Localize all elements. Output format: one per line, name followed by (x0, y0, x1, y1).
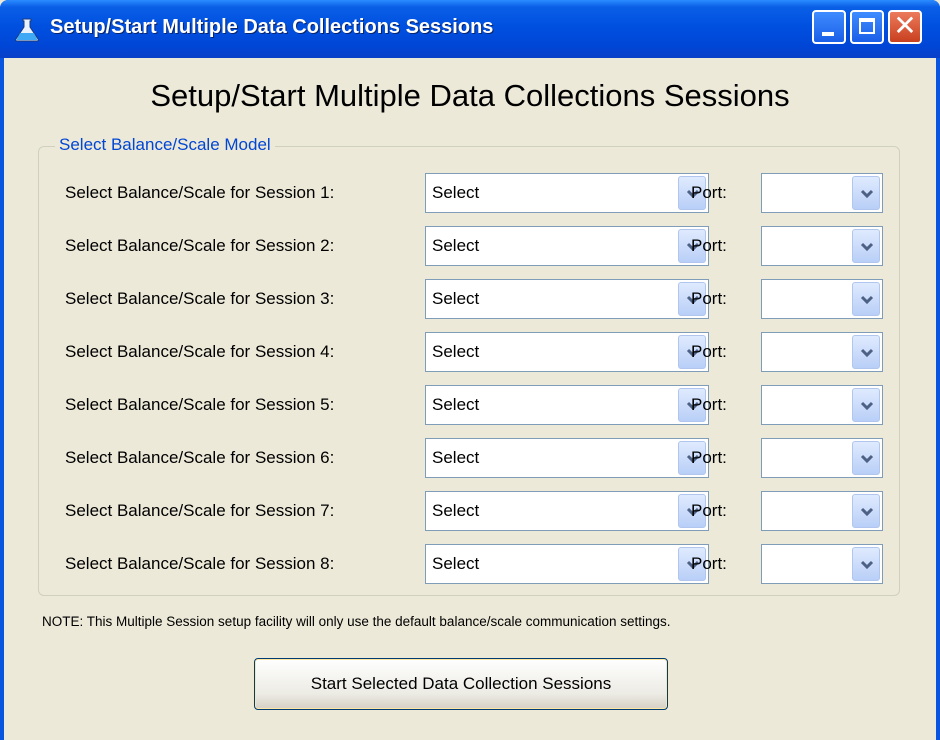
dropdown-button[interactable] (852, 229, 880, 263)
window-title: Setup/Start Multiple Data Collections Se… (50, 16, 494, 38)
model-select-value: Select (432, 395, 480, 414)
session-label: Select Balance/Scale for Session 8: (65, 554, 335, 573)
session-label: Select Balance/Scale for Session 1: (65, 183, 335, 202)
session-row-3: Select Balance/Scale for Session 3: Sele… (39, 279, 899, 321)
app-window: Setup/Start Multiple Data Collections Se… (0, 0, 940, 740)
model-select-session-1[interactable]: Select (425, 173, 709, 213)
session-label: Select Balance/Scale for Session 6: (65, 448, 335, 467)
dropdown-button[interactable] (852, 494, 880, 528)
chevron-down-icon (860, 507, 874, 517)
model-select-session-5[interactable]: Select (425, 385, 709, 425)
dropdown-button[interactable] (852, 176, 880, 210)
port-label: Port: (691, 289, 727, 308)
model-select-session-7[interactable]: Select (425, 491, 709, 531)
session-row-8: Select Balance/Scale for Session 8: Sele… (39, 544, 899, 586)
dropdown-button[interactable] (852, 441, 880, 475)
port-label: Port: (691, 236, 727, 255)
model-select-value: Select (432, 554, 480, 573)
dropdown-button[interactable] (852, 547, 880, 581)
start-sessions-button[interactable]: Start Selected Data Collection Sessions (254, 658, 668, 710)
port-select-session-6[interactable] (761, 438, 883, 478)
group-label: Select Balance/Scale Model (55, 135, 275, 155)
model-select-session-4[interactable]: Select (425, 332, 709, 372)
close-icon: ✕ (893, 9, 917, 42)
port-label: Port: (691, 554, 727, 573)
port-label: Port: (691, 395, 727, 414)
chevron-down-icon (860, 348, 874, 358)
port-label: Port: (691, 342, 727, 361)
session-label: Select Balance/Scale for Session 2: (65, 236, 335, 255)
session-row-6: Select Balance/Scale for Session 6: Sele… (39, 438, 899, 480)
balance-model-group: Select Balance/Scale Model Select Balanc… (38, 135, 900, 596)
model-select-session-2[interactable]: Select (425, 226, 709, 266)
dialog-body: Setup/Start Multiple Data Collections Se… (4, 58, 936, 740)
model-select-value: Select (432, 289, 480, 308)
port-label: Port: (691, 448, 727, 467)
model-select-value: Select (432, 342, 480, 361)
port-label: Port: (691, 183, 727, 202)
port-label: Port: (691, 501, 727, 520)
port-select-session-4[interactable] (761, 332, 883, 372)
port-select-session-2[interactable] (761, 226, 883, 266)
session-row-4: Select Balance/Scale for Session 4: Sele… (39, 332, 899, 374)
port-select-session-8[interactable] (761, 544, 883, 584)
minimize-button[interactable] (812, 10, 846, 44)
session-row-5: Select Balance/Scale for Session 5: Sele… (39, 385, 899, 427)
close-button[interactable]: ✕ (888, 10, 922, 44)
model-select-value: Select (432, 236, 480, 255)
chevron-down-icon (860, 454, 874, 464)
port-select-session-7[interactable] (761, 491, 883, 531)
session-row-1: Select Balance/Scale for Session 1: Sele… (39, 173, 899, 215)
maximize-button[interactable] (850, 10, 884, 44)
session-row-7: Select Balance/Scale for Session 7: Sele… (39, 491, 899, 533)
chevron-down-icon (860, 560, 874, 570)
model-select-session-3[interactable]: Select (425, 279, 709, 319)
model-select-value: Select (432, 448, 480, 467)
dropdown-button[interactable] (852, 388, 880, 422)
flask-icon (14, 18, 40, 42)
session-label: Select Balance/Scale for Session 7: (65, 501, 335, 520)
model-select-value: Select (432, 501, 480, 520)
title-bar[interactable]: Setup/Start Multiple Data Collections Se… (0, 0, 940, 58)
session-label: Select Balance/Scale for Session 4: (65, 342, 335, 361)
port-select-session-1[interactable] (761, 173, 883, 213)
settings-note: NOTE: This Multiple Session setup facili… (42, 614, 671, 629)
chevron-down-icon (860, 401, 874, 411)
chevron-down-icon (860, 242, 874, 252)
model-select-value: Select (432, 183, 480, 202)
session-row-2: Select Balance/Scale for Session 2: Sele… (39, 226, 899, 268)
dropdown-button[interactable] (852, 282, 880, 316)
session-label: Select Balance/Scale for Session 3: (65, 289, 335, 308)
minimize-icon (822, 32, 834, 36)
dropdown-button[interactable] (852, 335, 880, 369)
port-select-session-3[interactable] (761, 279, 883, 319)
model-select-session-8[interactable]: Select (425, 544, 709, 584)
chevron-down-icon (860, 189, 874, 199)
session-label: Select Balance/Scale for Session 5: (65, 395, 335, 414)
maximize-icon (859, 18, 875, 34)
port-select-session-5[interactable] (761, 385, 883, 425)
page-title: Setup/Start Multiple Data Collections Se… (150, 78, 790, 113)
chevron-down-icon (860, 295, 874, 305)
model-select-session-6[interactable]: Select (425, 438, 709, 478)
